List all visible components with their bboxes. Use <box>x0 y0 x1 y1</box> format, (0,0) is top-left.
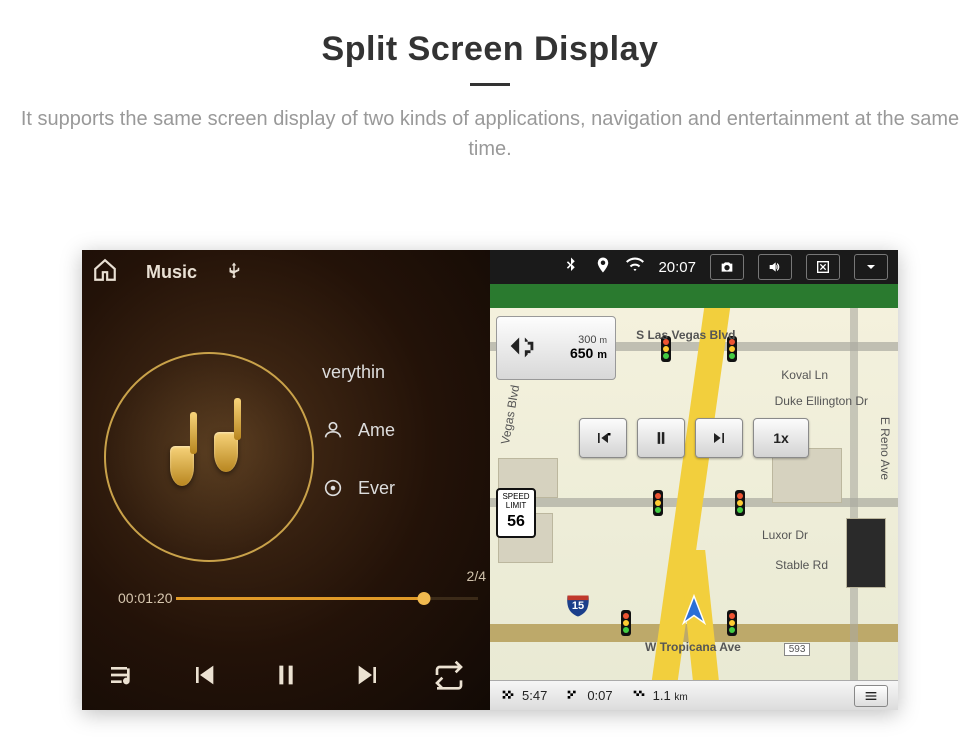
route-playback-controls: 1x <box>579 418 809 458</box>
track-counter: 2/4 <box>467 568 486 584</box>
vehicle-cursor-icon <box>676 593 712 634</box>
bluetooth-icon <box>562 256 580 279</box>
navigation-app: 20:07 S Las Vegas Blvd Koval <box>490 250 898 710</box>
street-label: W Tropicana Ave <box>645 640 741 654</box>
music-note-icon <box>214 432 238 472</box>
location-icon <box>594 256 612 279</box>
elapsed-time: 00:01:20 <box>118 590 173 606</box>
status-time: 20:07 <box>658 259 696 276</box>
street-label: Koval Ln <box>781 368 828 382</box>
home-icon[interactable] <box>92 257 118 288</box>
route-pause-button[interactable] <box>637 418 685 458</box>
playback-speed-button[interactable]: 1x <box>753 418 809 458</box>
playback-speed-label: 1x <box>773 430 789 446</box>
music-controls <box>82 659 490 696</box>
music-app: Music verythin Ame Ever 00:01 <box>82 250 490 710</box>
finish-flag-icon <box>500 688 516 704</box>
street-label: E Reno Ave <box>878 417 892 480</box>
artist-row[interactable]: Ame <box>322 401 472 459</box>
status-bar: 20:07 <box>490 250 898 284</box>
track-title: verythin <box>322 362 385 383</box>
close-box-icon <box>815 259 831 275</box>
music-note-icon <box>170 446 194 486</box>
speaker-icon <box>767 259 783 275</box>
current-track-row[interactable]: verythin <box>322 344 472 401</box>
music-app-label: Music <box>146 262 197 283</box>
next-track-icon[interactable] <box>352 659 384 696</box>
traffic-light-icon <box>735 490 745 516</box>
camera-icon <box>719 259 735 275</box>
traffic-light-icon <box>621 610 631 636</box>
turn-distance: 300 m 650 m <box>570 334 607 361</box>
chevron-down-icon <box>863 259 879 275</box>
track-list: verythin Ame Ever <box>322 344 472 517</box>
street-label: Duke Ellington Dr <box>775 394 868 408</box>
disc-icon <box>322 477 344 499</box>
skip-forward-icon <box>709 428 729 448</box>
artist-name: Ame <box>358 420 395 441</box>
elapsed-cell: 0:07 <box>565 688 612 704</box>
route-number-badge: 593 <box>784 643 811 656</box>
person-icon <box>322 419 344 441</box>
minimize-button[interactable] <box>854 254 888 280</box>
title-underline <box>470 83 510 86</box>
close-app-button[interactable] <box>806 254 840 280</box>
street-label: Luxor Dr <box>762 528 808 542</box>
map-canvas[interactable]: S Las Vegas Blvd Koval Ln Duke Ellington… <box>490 308 898 680</box>
distance-cell: 1.1 km <box>631 688 688 704</box>
repeat-icon[interactable] <box>433 659 465 696</box>
page-title: Split Screen Display <box>0 30 980 69</box>
map-road <box>850 308 858 680</box>
pause-icon[interactable] <box>270 659 302 696</box>
turn-card[interactable]: 300 m 650 m <box>496 316 616 380</box>
eta-cell: 5:47 <box>500 688 547 704</box>
music-top-bar: Music <box>82 250 490 294</box>
interstate-shield: 15 <box>564 592 592 620</box>
progress-bar[interactable] <box>176 597 478 600</box>
album-art <box>104 352 314 562</box>
album-name: Ever <box>358 478 395 499</box>
nav-bottom-bar: 5:47 0:07 1.1 km <box>490 680 898 710</box>
clock-flag-icon <box>565 688 581 704</box>
street-label: Vegas Blvd <box>498 384 522 446</box>
skip-back-flag-icon <box>593 428 613 448</box>
street-label: S Las Vegas Blvd <box>636 328 735 342</box>
street-label: Stable Rd <box>775 558 828 572</box>
menu-icon <box>863 688 879 704</box>
wifi-icon <box>626 256 644 279</box>
nav-header-bar <box>490 284 898 308</box>
volume-button[interactable] <box>758 254 792 280</box>
map-building <box>846 518 886 588</box>
pause-icon <box>651 428 671 448</box>
eta-time: 5:47 <box>522 688 547 703</box>
elapsed-value: 0:07 <box>587 688 612 703</box>
distance-value: 1.1 km <box>653 688 688 703</box>
album-row[interactable]: Ever <box>322 459 472 517</box>
distance-flag-icon <box>631 688 647 704</box>
progress-fill <box>176 597 424 600</box>
device-screenshot: Music verythin Ame Ever 00:01 <box>82 250 898 710</box>
route-end-button[interactable] <box>695 418 743 458</box>
screenshot-button[interactable] <box>710 254 744 280</box>
turn-left-icon <box>505 329 539 368</box>
progress-knob[interactable] <box>417 592 430 605</box>
nav-menu-button[interactable] <box>854 685 888 707</box>
page-subtitle: It supports the same screen display of t… <box>20 104 960 164</box>
previous-track-icon[interactable] <box>188 659 220 696</box>
traffic-light-icon <box>653 490 663 516</box>
route-restart-button[interactable] <box>579 418 627 458</box>
speed-limit-sign: SPEED LIMIT 56 <box>496 488 536 538</box>
usb-icon[interactable] <box>225 261 243 284</box>
traffic-light-icon <box>727 610 737 636</box>
playlist-icon[interactable] <box>107 659 139 696</box>
